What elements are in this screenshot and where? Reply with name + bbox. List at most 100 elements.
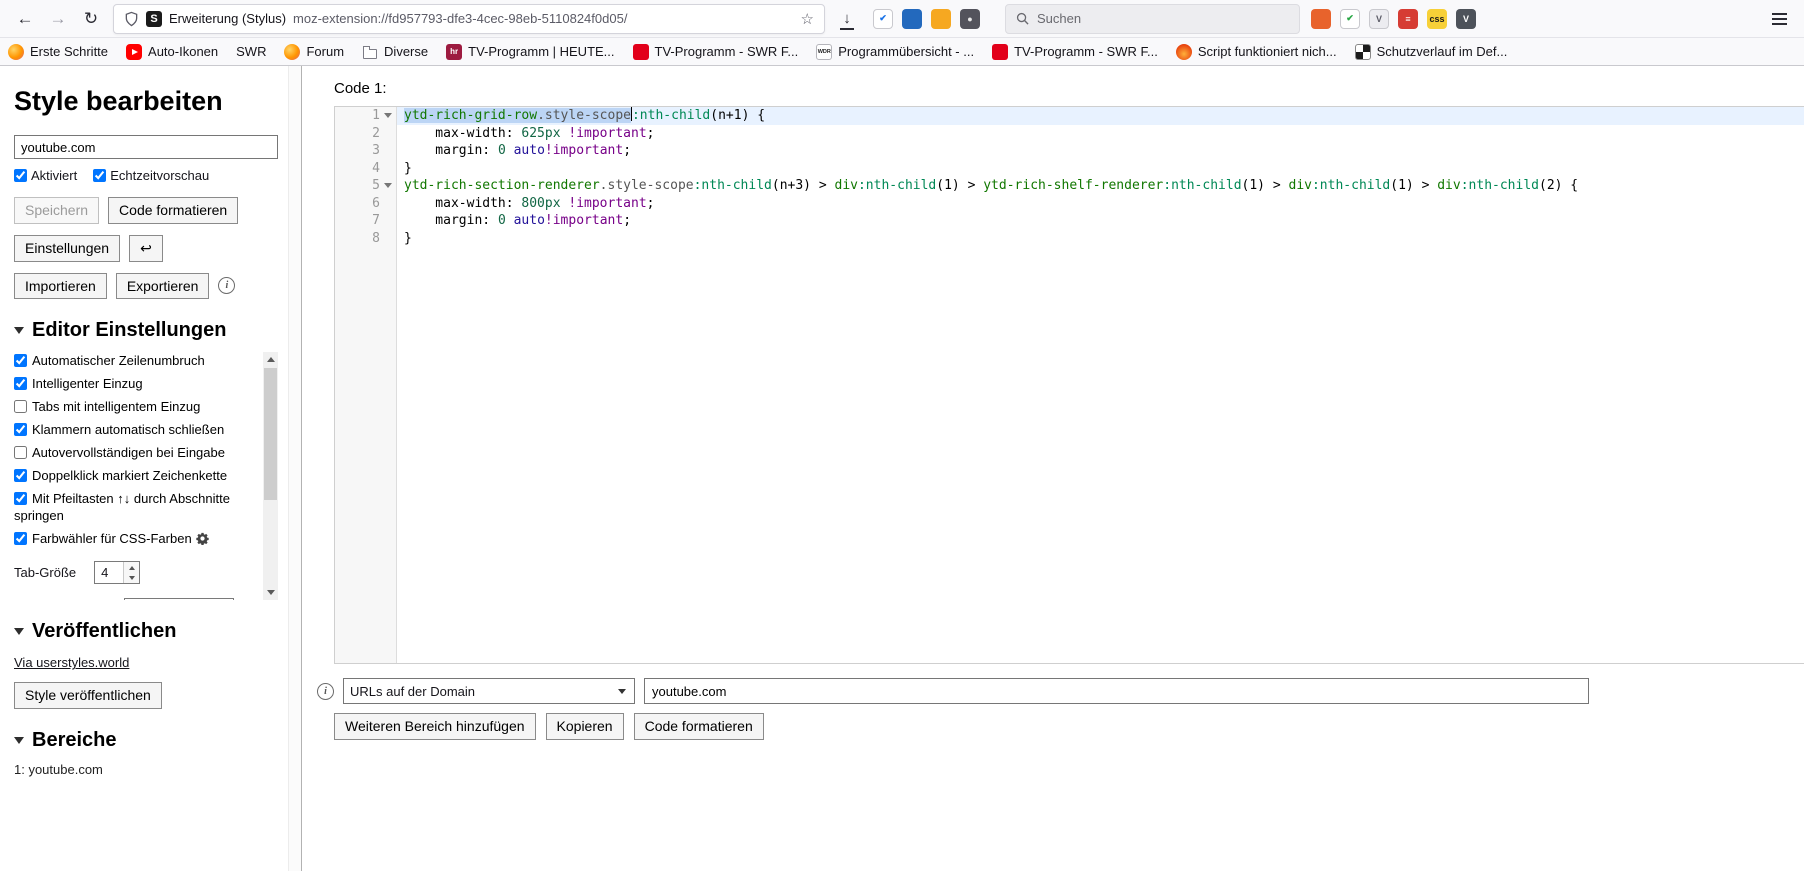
scrollbar-thumb[interactable] (264, 368, 277, 500)
bookmark-star-icon[interactable]: ☆ (801, 10, 814, 28)
checker-favicon-icon (1355, 44, 1371, 60)
option-checkbox[interactable] (14, 354, 27, 367)
publish-style-button[interactable]: Style veröffentlichen (14, 682, 162, 709)
code-line[interactable]: ytd-rich-grid-row.style-scope:nth-child(… (397, 107, 1804, 125)
live-preview-checkbox[interactable] (93, 169, 106, 182)
code-line[interactable]: max-width: 625px !important; (397, 125, 1804, 143)
menu-button[interactable] (1764, 5, 1794, 33)
sidebar-scrollbar-track[interactable] (288, 66, 301, 871)
keymap-row: Tastaturbelegung (14, 598, 260, 600)
option-checkbox[interactable] (14, 469, 27, 482)
reload-button[interactable]: ↻ (76, 5, 106, 33)
editor-option[interactable]: Autovervollständigen bei Eingabe (14, 444, 260, 461)
check-extension-icon[interactable]: ✔ (1340, 9, 1360, 29)
tracking-protection-shield-icon[interactable] (124, 11, 139, 27)
add-section-button[interactable]: Weiteren Bereich hinzufügen (334, 713, 536, 740)
code-line[interactable]: margin: 0 auto!important; (397, 212, 1804, 230)
keymap-select[interactable] (124, 598, 234, 600)
editor-option[interactable]: Klammern automatisch schließen (14, 421, 260, 438)
v-gray-extension-icon[interactable]: V (1369, 9, 1389, 29)
editor-option[interactable]: Doppelklick markiert Zeichenkette (14, 467, 260, 484)
editor-settings-heading[interactable]: Editor Einstellungen (14, 319, 278, 342)
applies-to-value-input[interactable] (644, 678, 1589, 704)
bookmark-item[interactable]: WDRProgrammübersicht - ... (816, 44, 974, 60)
css-extension-icon[interactable]: css (1427, 9, 1447, 29)
fold-arrow-icon[interactable] (384, 113, 392, 118)
option-checkbox[interactable] (14, 492, 27, 505)
bookmark-item[interactable]: Forum (284, 44, 344, 60)
option-checkbox[interactable] (14, 446, 27, 459)
enabled-checkbox[interactable] (14, 169, 27, 182)
format-code-button[interactable]: Code formatieren (108, 197, 238, 224)
scroll-up-button[interactable] (263, 352, 278, 367)
bookmark-item[interactable]: hrTV-Programm | HEUTE... (446, 44, 614, 60)
editor-option[interactable]: Intelligenter Einzug (14, 375, 260, 392)
editor-code-area[interactable]: ytd-rich-grid-row.style-scope:nth-child(… (397, 107, 1804, 663)
export-button[interactable]: Exportieren (116, 273, 210, 300)
camera-extension-icon[interactable]: ● (960, 9, 980, 29)
tab-size-input[interactable]: 4 (94, 561, 140, 584)
gear-icon[interactable] (196, 532, 209, 545)
code-editor[interactable]: 12345678 ytd-rich-grid-row.style-scope:n… (334, 106, 1804, 664)
sections-heading[interactable]: Bereiche (14, 729, 278, 752)
applies-to-select[interactable]: URLs auf der Domain (343, 678, 635, 704)
bookmark-item[interactable]: TV-Programm - SWR F... (633, 44, 799, 60)
editor-option[interactable]: Automatischer Zeilenumbruch (14, 352, 260, 369)
style-name-input[interactable] (14, 135, 278, 159)
settings-button[interactable]: Einstellungen (14, 235, 120, 262)
publish-heading[interactable]: Veröffentlichen (14, 620, 278, 643)
bookmark-item[interactable]: Script funktioniert nich... (1176, 44, 1337, 60)
bookmark-item[interactable]: TV-Programm - SWR F... (992, 44, 1158, 60)
bookmark-item[interactable]: Diverse (362, 44, 428, 60)
code-line[interactable]: max-width: 800px !important; (397, 195, 1804, 213)
bookmark-item[interactable]: Erste Schritte (8, 44, 108, 60)
red-list-extension-icon[interactable]: ≡ (1398, 9, 1418, 29)
format-code-button-bottom[interactable]: Code formatieren (634, 713, 764, 740)
tab-size-value: 4 (95, 562, 123, 583)
editor-option[interactable]: Mit Pfeiltasten ↑↓ durch Abschnitte spri… (14, 490, 260, 524)
code-token: 800px (521, 196, 560, 211)
bookmark-item[interactable]: SWR (236, 44, 266, 59)
bookmark-item[interactable]: Schutzverlauf im Def... (1355, 44, 1508, 60)
page-check-extension-icon[interactable]: ✔ (873, 9, 893, 29)
bookmark-item[interactable]: Auto-Ikonen (126, 44, 218, 60)
site-identity-label[interactable]: Erweiterung (Stylus) (169, 11, 286, 26)
search-bar[interactable]: Suchen (1005, 4, 1300, 34)
option-checkbox[interactable] (14, 423, 27, 436)
scroll-down-button[interactable] (263, 585, 278, 600)
code-line[interactable]: } (397, 230, 1804, 248)
option-checkbox[interactable] (14, 377, 27, 390)
briefcase-extension-icon[interactable] (902, 9, 922, 29)
code-token: max-width (404, 126, 506, 141)
editor-option[interactable]: Farbwähler für CSS-Farben (14, 530, 260, 547)
section-toc-item[interactable]: 1: youtube.com (14, 762, 278, 777)
url-text[interactable]: moz-extension://fd957793-dfe3-4cec-98eb-… (293, 11, 794, 26)
live-preview-checkbox-label[interactable]: Echtzeitvorschau (93, 168, 209, 183)
forward-button[interactable]: → (43, 5, 73, 33)
code-line[interactable]: margin: 0 auto!important; (397, 142, 1804, 160)
spin-up-icon[interactable] (124, 562, 139, 573)
option-checkbox[interactable] (14, 532, 27, 545)
fold-arrow-icon[interactable] (384, 183, 392, 188)
save-button[interactable]: Speichern (14, 197, 99, 224)
options-scrollbar[interactable] (263, 352, 278, 600)
spin-down-icon[interactable] (124, 573, 139, 584)
enabled-checkbox-label[interactable]: Aktiviert (14, 168, 77, 183)
orange-extension-icon[interactable] (1311, 9, 1331, 29)
editor-option[interactable]: Tabs mit intelligentem Einzug (14, 398, 260, 415)
hotkey-button[interactable]: ↩ (129, 235, 163, 262)
code-line[interactable]: ytd-rich-section-renderer.style-scope:nt… (397, 177, 1804, 195)
import-button[interactable]: Importieren (14, 273, 107, 300)
userstyles-world-link[interactable]: Via userstyles.world (14, 655, 129, 670)
back-button[interactable]: ← (10, 5, 40, 33)
downloads-button[interactable]: ↓ (832, 5, 862, 33)
applies-info-icon[interactable] (317, 683, 334, 700)
chevron-down-icon (618, 689, 626, 694)
folder-extension-icon[interactable] (931, 9, 951, 29)
v-dark-extension-icon[interactable]: V (1456, 9, 1476, 29)
code-line[interactable]: } (397, 160, 1804, 178)
url-bar[interactable]: S Erweiterung (Stylus) moz-extension://f… (113, 4, 825, 34)
copy-button[interactable]: Kopieren (546, 713, 624, 740)
option-checkbox[interactable] (14, 400, 27, 413)
info-icon[interactable] (218, 277, 235, 294)
